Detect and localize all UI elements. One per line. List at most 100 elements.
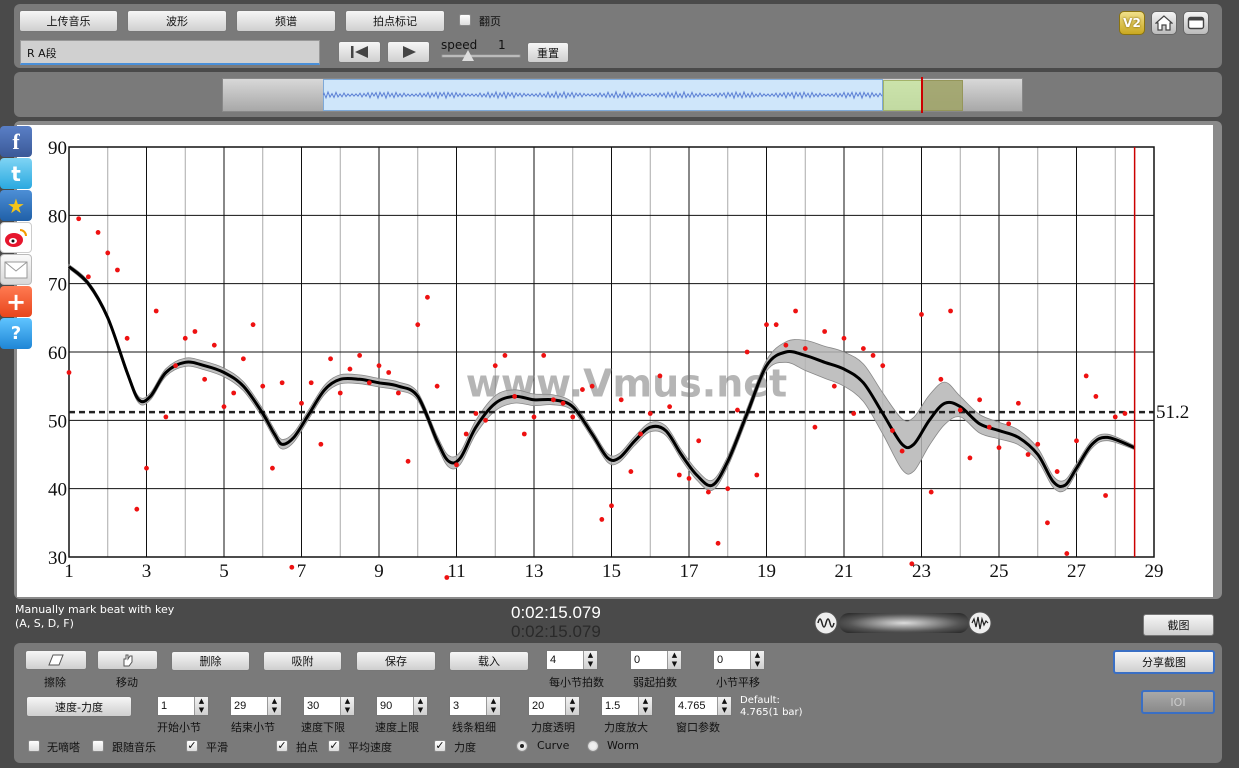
overview-dark-window[interactable] xyxy=(922,80,963,111)
beat-point xyxy=(260,383,266,389)
dynamics-scale-value: 1.5 xyxy=(605,700,621,712)
screenshot-button[interactable]: 截图 xyxy=(1143,614,1214,636)
waveform-button[interactable]: 波形 xyxy=(127,10,227,32)
hint-line-1: Manually mark beat with key xyxy=(15,603,175,616)
beat-point xyxy=(783,342,789,348)
plus-icon: + xyxy=(5,287,27,316)
favorite-share-button[interactable]: ★ xyxy=(0,190,32,221)
bar-shift-caption: 小节平移 xyxy=(716,676,760,689)
beat-point xyxy=(347,366,353,372)
line-width-stepper[interactable]: 3 ▲ ▼ xyxy=(449,696,501,716)
window-param-stepper[interactable]: 4.765 ▲ ▼ xyxy=(674,696,732,716)
page-flip-checkbox[interactable] xyxy=(459,14,471,26)
dynamics-alpha-stepper[interactable]: 20 ▲ ▼ xyxy=(528,696,580,716)
spectrum-button[interactable]: 频谱 xyxy=(236,10,336,32)
beat-point xyxy=(1074,438,1079,444)
beat-point xyxy=(124,335,130,341)
snap-button[interactable]: 吸附 xyxy=(263,651,342,671)
beat-point xyxy=(860,346,866,351)
tempo-min-stepper[interactable]: 30 ▲ ▼ xyxy=(303,696,355,716)
beats-per-bar-stepper[interactable]: 4 ▲ ▼ xyxy=(546,650,598,670)
tempo-chart[interactable]: 1 3 5 7 9 11 13 15 17 19 21 23 25 27 2930405060708090w… xyxy=(17,125,1213,597)
share-screenshot-button[interactable]: 分享截图 xyxy=(1113,650,1215,674)
tempo-dynamics-mode-button[interactable]: 速度-力度 xyxy=(26,696,132,717)
beat-point xyxy=(667,404,673,410)
y-tick-label: 40 xyxy=(48,480,67,501)
volume-track[interactable] xyxy=(839,613,969,633)
track-name-input[interactable]: R A段 xyxy=(20,40,320,65)
beat-point xyxy=(1122,411,1128,416)
save-button[interactable]: 保存 xyxy=(356,651,436,671)
beat-point xyxy=(163,414,169,420)
pickup-beats-stepper[interactable]: 0 ▲ ▼ xyxy=(630,650,682,670)
dynamics-checkbox[interactable]: ✓ xyxy=(434,740,446,752)
speed-slider-thumb[interactable] xyxy=(462,50,474,61)
beat-mark-button[interactable]: 拍点标记 xyxy=(345,10,445,32)
overview-waveform[interactable] xyxy=(222,77,1023,113)
eraser-icon xyxy=(48,654,64,666)
delete-button[interactable]: 删除 xyxy=(171,651,250,671)
curve-radio[interactable] xyxy=(516,740,528,752)
weibo-icon xyxy=(5,228,27,247)
play-button[interactable] xyxy=(387,41,430,63)
beat-point xyxy=(289,564,295,570)
play-icon xyxy=(402,46,416,58)
beat-point xyxy=(512,394,518,399)
end-bar-stepper[interactable]: 29 ▲ ▼ xyxy=(230,696,282,716)
smooth-checkbox[interactable]: ✓ xyxy=(186,740,198,752)
x-tick-label: 19 xyxy=(757,561,776,582)
x-tick-label: 29 xyxy=(1145,561,1164,582)
beat-point xyxy=(531,414,537,420)
beat-point xyxy=(773,322,779,328)
move-button[interactable] xyxy=(97,650,158,670)
rewind-button[interactable] xyxy=(338,41,381,63)
worm-radio[interactable] xyxy=(587,740,599,752)
tempo-min-caption: 速度下限 xyxy=(301,721,345,734)
beat-point xyxy=(715,540,721,546)
email-share-button[interactable] xyxy=(0,254,32,285)
beat-points-checkbox[interactable]: ✓ xyxy=(276,740,288,752)
beat-point xyxy=(444,575,450,580)
home-icon xyxy=(1155,15,1173,31)
version-badge[interactable]: V2 xyxy=(1119,11,1145,35)
beat-points-label: 拍点 xyxy=(296,741,318,754)
beat-point xyxy=(618,397,624,403)
upload-music-button[interactable]: 上传音乐 xyxy=(19,10,118,32)
home-button[interactable] xyxy=(1151,11,1177,35)
wave-right-icon xyxy=(968,611,992,635)
erase-button[interactable] xyxy=(25,650,87,670)
tempo-max-stepper[interactable]: 90 ▲ ▼ xyxy=(376,696,428,716)
help-icon: ? xyxy=(10,323,22,344)
ioi-button[interactable]: IOI xyxy=(1141,690,1215,714)
bar-shift-stepper[interactable]: 0 ▲ ▼ xyxy=(713,650,765,670)
dynamics-scale-stepper[interactable]: 1.5 ▲ ▼ xyxy=(601,696,653,716)
avg-tempo-checkbox[interactable]: ✓ xyxy=(328,740,340,752)
dynamics-alpha-caption: 力度透明 xyxy=(531,721,575,734)
start-bar-stepper[interactable]: 1 ▲ ▼ xyxy=(157,696,209,716)
no-click-checkbox[interactable] xyxy=(28,740,40,752)
reset-button[interactable]: 重置 xyxy=(527,42,569,63)
beat-point xyxy=(308,380,314,386)
more-share-button[interactable]: + xyxy=(0,286,32,317)
load-button[interactable]: 载入 xyxy=(449,651,529,671)
weibo-share-button[interactable] xyxy=(0,222,32,253)
beat-point xyxy=(744,349,750,355)
beat-point xyxy=(977,397,983,403)
beat-point xyxy=(328,356,333,362)
window-button[interactable] xyxy=(1183,11,1209,35)
help-button[interactable]: ? xyxy=(0,318,32,349)
beat-point xyxy=(483,417,488,423)
volume-slider[interactable] xyxy=(814,611,992,635)
beat-point xyxy=(1025,452,1031,457)
beat-point xyxy=(550,397,556,403)
beat-point xyxy=(1083,373,1089,379)
beat-point xyxy=(628,469,634,474)
beat-point xyxy=(880,363,886,369)
twitter-share-button[interactable]: t xyxy=(0,158,32,189)
hand-icon xyxy=(123,654,132,667)
overview-playhead[interactable] xyxy=(921,77,923,113)
follow-music-checkbox[interactable] xyxy=(92,740,104,752)
facebook-share-button[interactable]: f xyxy=(0,126,32,157)
beat-point xyxy=(686,476,692,481)
speed-slider[interactable] xyxy=(441,54,521,58)
